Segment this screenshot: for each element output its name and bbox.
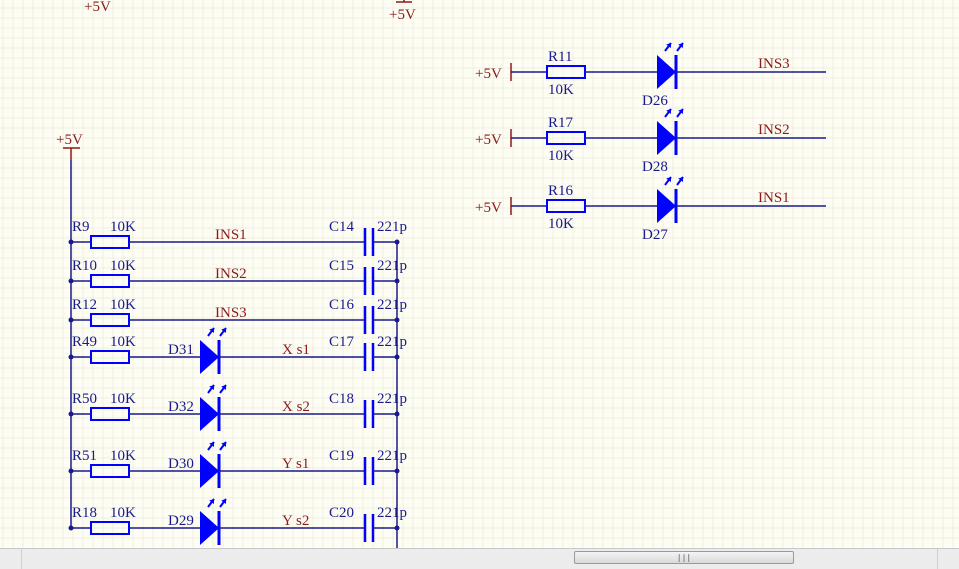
- net-label: INS1: [215, 227, 247, 243]
- junction-dot: [394, 411, 400, 417]
- led-triangle: [200, 511, 219, 545]
- resistor-value: 10K: [110, 297, 136, 313]
- capacitor-designator: C18: [329, 391, 354, 407]
- resistor-value: 10K: [548, 82, 574, 98]
- junction-dot: [394, 239, 400, 245]
- resistor-designator: R49: [72, 334, 97, 350]
- resistor-value: 10K: [110, 334, 136, 350]
- led-triangle: [200, 397, 219, 431]
- capacitor-designator: C20: [329, 505, 354, 521]
- capacitor-designator: C15: [329, 258, 354, 274]
- capacitor-designator: C19: [329, 448, 354, 464]
- resistor-designator: R50: [72, 391, 97, 407]
- power-label-left: +5V: [56, 132, 83, 148]
- led-designator: D32: [168, 399, 194, 415]
- resistor-value: 10K: [110, 448, 136, 464]
- resistor-designator: R9: [72, 219, 90, 235]
- capacitor-value: 221p: [377, 505, 407, 521]
- scrollbar-thumb[interactable]: |||: [574, 551, 794, 564]
- capacitor-value: 221p: [377, 391, 407, 407]
- capacitor-designator: C17: [329, 334, 355, 350]
- led-triangle: [200, 454, 219, 488]
- resistor-value: 10K: [110, 505, 136, 521]
- capacitor-value: 221p: [377, 334, 407, 350]
- net-label: INS2: [758, 122, 790, 138]
- horizontal-scrollbar[interactable]: |||: [0, 548, 959, 569]
- led-designator: D30: [168, 456, 194, 472]
- power-label-right: +5V: [475, 132, 502, 148]
- net-label: Y s1: [282, 456, 309, 472]
- resistor-value: 10K: [110, 258, 136, 274]
- grid-layer: [0, 0, 959, 548]
- led-triangle: [200, 340, 219, 374]
- capacitor-designator: C14: [329, 219, 355, 235]
- capacitor-designator: C16: [329, 297, 355, 313]
- scroll-left-button[interactable]: [0, 549, 22, 569]
- power-label-top-middle: +5V: [389, 7, 416, 23]
- capacitor-value: 221p: [377, 448, 407, 464]
- resistor-value: 10K: [548, 148, 574, 164]
- top-partial-power-symbols: +5V +5V: [84, 0, 416, 23]
- power-label-right: +5V: [475, 200, 502, 216]
- resistor-r12: [90, 313, 130, 327]
- capacitor-value: 221p: [377, 258, 407, 274]
- capacitor-value: 221p: [377, 219, 407, 235]
- led-diode: [657, 42, 684, 89]
- resistor-designator: R51: [72, 448, 97, 464]
- led-diode: [657, 176, 684, 223]
- resistor-designator: R10: [72, 258, 97, 274]
- net-label: INS3: [215, 305, 247, 321]
- led-designator: D28: [642, 159, 668, 175]
- junction-dot: [394, 278, 400, 284]
- led-designator: D31: [168, 342, 194, 358]
- resistor-value: 10K: [110, 391, 136, 407]
- junction-dot: [394, 317, 400, 323]
- junction-dot: [394, 468, 400, 474]
- net-label: INS2: [215, 266, 247, 282]
- led-designator: D26: [642, 93, 668, 109]
- net-label: X s1: [282, 342, 310, 358]
- resistor-value: 10K: [548, 216, 574, 232]
- power-label-right: +5V: [475, 66, 502, 82]
- net-label: INS3: [758, 56, 790, 72]
- junction-dot: [394, 525, 400, 531]
- resistor-designator: R12: [72, 297, 97, 313]
- resistor-designator: R11: [548, 49, 572, 65]
- resistor-r51: [90, 464, 130, 478]
- schematic-canvas[interactable]: +5V +5V +5V R9 10K INS1 C14 221p R10 10K INS2 C15 2…: [0, 0, 959, 548]
- junction-dot: [394, 354, 400, 360]
- capacitor-value: 221p: [377, 297, 407, 313]
- power-label-top-left: +5V: [84, 0, 111, 15]
- resistor-value: 10K: [110, 219, 136, 235]
- resistor-designator: R16: [548, 183, 574, 199]
- right-circuit-block: +5V R11 10K D26 INS3 +5V R17 10K D28 INS2 +5V R16 10…: [475, 42, 826, 243]
- led-designator: D29: [168, 513, 194, 529]
- resistor-designator: R17: [548, 115, 574, 131]
- left-circuit-block: +5V R9 10K INS1 C14 221p R10 10K INS2 C15 221p R12 1…: [56, 132, 407, 548]
- net-label: INS1: [758, 190, 790, 206]
- scroll-right-button[interactable]: [937, 549, 959, 569]
- net-label: X s2: [282, 399, 310, 415]
- led-designator: D27: [642, 227, 668, 243]
- resistor-r10: [90, 274, 130, 288]
- net-label: Y s2: [282, 513, 309, 529]
- resistor-designator: R18: [72, 505, 97, 521]
- resistor-r49: [90, 350, 130, 364]
